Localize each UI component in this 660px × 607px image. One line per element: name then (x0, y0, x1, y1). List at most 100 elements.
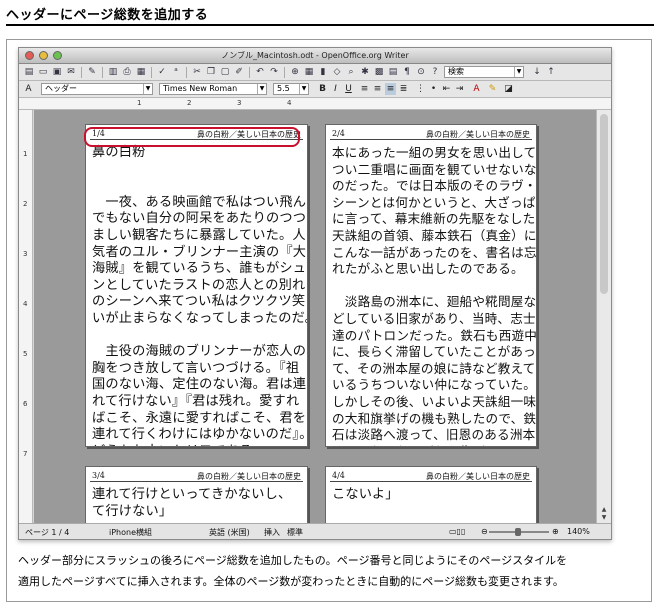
ruler-tick: 1 (23, 150, 28, 158)
chevron-down-icon[interactable]: ▼ (143, 84, 152, 94)
page-body-text: 連れて行けといってきかないし、 て行けない」 (92, 487, 292, 519)
language-status[interactable]: 英語 (米国) (209, 527, 250, 538)
header-title: 鼻の白粉／美しい日本の歴史 (426, 472, 530, 481)
zoom-slider-handle[interactable] (515, 528, 521, 536)
zoom-slider[interactable] (489, 528, 549, 536)
draw-functions-icon[interactable]: ◇ (331, 67, 343, 78)
chevron-down-icon[interactable]: ▼ (299, 84, 308, 94)
view-layout-icon[interactable]: ▭▯▯ (449, 527, 465, 536)
document-page[interactable]: 2/4 鼻の白粉／美しい日本の歴史 本にあった一組の男女を思い出して、 つい二重… (325, 124, 537, 447)
font-name-select[interactable]: Times New Roman ▼ (159, 83, 267, 95)
zoom-out-icon[interactable]: ⊖ (481, 527, 488, 536)
search-field-value: 検索 (448, 67, 464, 76)
spellcheck-icon[interactable]: ✓ (156, 67, 168, 78)
formatting-toolbar: A ヘッダー ▼ Times New Roman ▼ 5.5 ▼ B I U ≡ ≡ … (19, 81, 611, 98)
highlighting-icon[interactable]: ✎ (487, 83, 498, 95)
table-icon[interactable]: ▦ (303, 67, 315, 78)
numbering-icon[interactable]: ⋮ (415, 83, 426, 95)
ruler-tick: 1 (137, 99, 142, 107)
ruler-tick: 7 (23, 450, 28, 458)
font-color-icon[interactable]: A (471, 83, 482, 95)
align-left-icon[interactable]: ≡ (359, 83, 370, 95)
title-bar[interactable]: ノンブル_Macintosh.odt - OpenOffice.org Writ… (19, 48, 611, 64)
page-count-status[interactable]: ページ 1 / 4 (25, 527, 69, 538)
font-size-select[interactable]: 5.5 ▼ (273, 83, 309, 95)
justify-icon[interactable]: ≣ (398, 83, 409, 95)
copy-icon[interactable]: ❐ (205, 67, 217, 78)
ruler-tick: 2 (187, 99, 192, 107)
section-heading: ヘッダーにページ総数を追加する (6, 8, 209, 23)
email-icon[interactable]: ✉ (65, 67, 77, 78)
styles-formatting-icon[interactable]: A (23, 83, 34, 95)
redo-icon[interactable]: ↷ (268, 67, 280, 78)
export-pdf-icon[interactable]: ▥ (107, 67, 119, 78)
chevron-down-icon[interactable]: ▼ (514, 67, 523, 77)
insert-mode-status[interactable]: 挿入 (264, 527, 280, 538)
navigator-icon[interactable]: ✱ (359, 67, 371, 78)
horizontal-ruler[interactable]: 1 2 3 4 (19, 98, 611, 110)
status-bar: ページ 1 / 4 iPhone横組 英語 (米国) 挿入 標準 ▭▯▯ ⊖ ⊕… (19, 523, 611, 539)
find-previous-icon[interactable]: ↑ (545, 67, 557, 78)
gallery-icon[interactable]: ▩ (373, 67, 385, 78)
vertical-scrollbar[interactable]: ▲ ▼ (596, 110, 611, 524)
nonprinting-chars-icon[interactable]: ¶ (401, 67, 413, 78)
ruler-tick: 3 (23, 250, 28, 258)
decrease-indent-icon[interactable]: ⇤ (441, 83, 452, 95)
chevron-down-icon[interactable]: ▼ (257, 84, 266, 94)
increase-indent-icon[interactable]: ⇥ (454, 83, 465, 95)
page-header[interactable]: 4/4 鼻の白粉／美しい日本の歴史 (330, 470, 532, 482)
clone-format-icon[interactable]: ✐ (233, 67, 245, 78)
paragraph-style-select[interactable]: ヘッダー ▼ (41, 83, 153, 95)
zoom-in-icon[interactable]: ⊕ (552, 527, 559, 536)
page-header[interactable]: 3/4 鼻の白粉／美しい日本の歴史 (90, 470, 303, 482)
zoom-percent[interactable]: 140% (567, 527, 590, 536)
underline-icon[interactable]: U (343, 83, 354, 95)
scrollbar-thumb[interactable] (600, 114, 608, 294)
align-right-icon[interactable]: ≡ (385, 83, 396, 95)
edit-file-icon[interactable]: ✎ (86, 67, 98, 78)
caption-line: ヘッダー部分にスラッシュの後ろにページ総数を追加したもの。ページ番号と同じように… (18, 554, 568, 567)
page-body-text: こないよ」 (332, 487, 399, 502)
cut-icon[interactable]: ✂ (191, 67, 203, 78)
font-size-value: 5.5 (277, 84, 290, 93)
zoom-icon[interactable]: ⊙ (415, 67, 427, 78)
background-color-icon[interactable]: ◪ (503, 83, 514, 95)
window-title: ノンブル_Macintosh.odt - OpenOffice.org Writ… (221, 51, 409, 60)
bullets-icon[interactable]: • (428, 83, 439, 95)
save-icon[interactable]: ▣ (51, 67, 63, 78)
caption-line: 適用したページすべてに挿入されます。全体のページ数が変わったときに自動的にページ… (18, 575, 564, 588)
align-center-icon[interactable]: ≡ (372, 83, 383, 95)
header-title: 鼻の白粉／美しい日本の歴史 (197, 472, 301, 481)
new-document-icon[interactable]: ▤ (23, 67, 35, 78)
undo-icon[interactable]: ↶ (254, 67, 266, 78)
print-icon[interactable]: ⎙ (121, 67, 133, 78)
font-name-value: Times New Roman (163, 84, 238, 93)
hyperlink-icon[interactable]: ⊕ (289, 67, 301, 78)
find-next-icon[interactable]: ↓ (531, 67, 543, 78)
document-page[interactable]: 3/4 鼻の白粉／美しい日本の歴史 連れて行けといってきかないし、 て行けない」 (85, 466, 308, 524)
help-icon[interactable]: ? (429, 67, 441, 78)
italic-icon[interactable]: I (330, 83, 341, 95)
bold-icon[interactable]: B (317, 83, 328, 95)
search-field[interactable]: 検索 ▼ (444, 66, 524, 78)
page-header[interactable]: 2/4 鼻の白粉／美しい日本の歴史 (330, 128, 532, 140)
document-workspace[interactable]: 1/4 鼻の白粉／美しい日本の歴史 鼻の白粉 一夜、ある映画館で私はつい飛ん で… (34, 110, 597, 524)
open-folder-icon[interactable]: ▭ (37, 67, 49, 78)
vertical-ruler[interactable]: 1 2 3 4 5 6 7 (19, 110, 33, 524)
document-page[interactable]: 4/4 鼻の白粉／美しい日本の歴史 こないよ」 (325, 466, 537, 524)
scroll-arrows-icon[interactable]: ▲ ▼ (599, 506, 609, 522)
find-replace-icon[interactable]: ⌕ (345, 67, 357, 78)
paste-icon[interactable]: ▢ (219, 67, 231, 78)
autospell-icon[interactable]: ᵃ (170, 67, 182, 78)
page-style-status[interactable]: iPhone横組 (109, 527, 152, 538)
writer-window: ノンブル_Macintosh.odt - OpenOffice.org Writ… (18, 47, 612, 540)
page-body-text: 本にあった一組の男女を思い出して、 つい二重唱に画面を観ていせないな のだった。… (332, 145, 537, 446)
ruler-tick: 5 (23, 350, 28, 358)
ruler-tick: 4 (287, 99, 292, 107)
data-sources-icon[interactable]: ▤ (387, 67, 399, 78)
document-page[interactable]: 1/4 鼻の白粉／美しい日本の歴史 鼻の白粉 一夜、ある映画館で私はつい飛ん で… (85, 124, 308, 447)
ruler-tick: 6 (23, 400, 28, 408)
chart-icon[interactable]: ▮ (317, 67, 329, 78)
selection-mode-status[interactable]: 標準 (287, 527, 303, 538)
page-preview-icon[interactable]: ▦ (135, 67, 147, 78)
